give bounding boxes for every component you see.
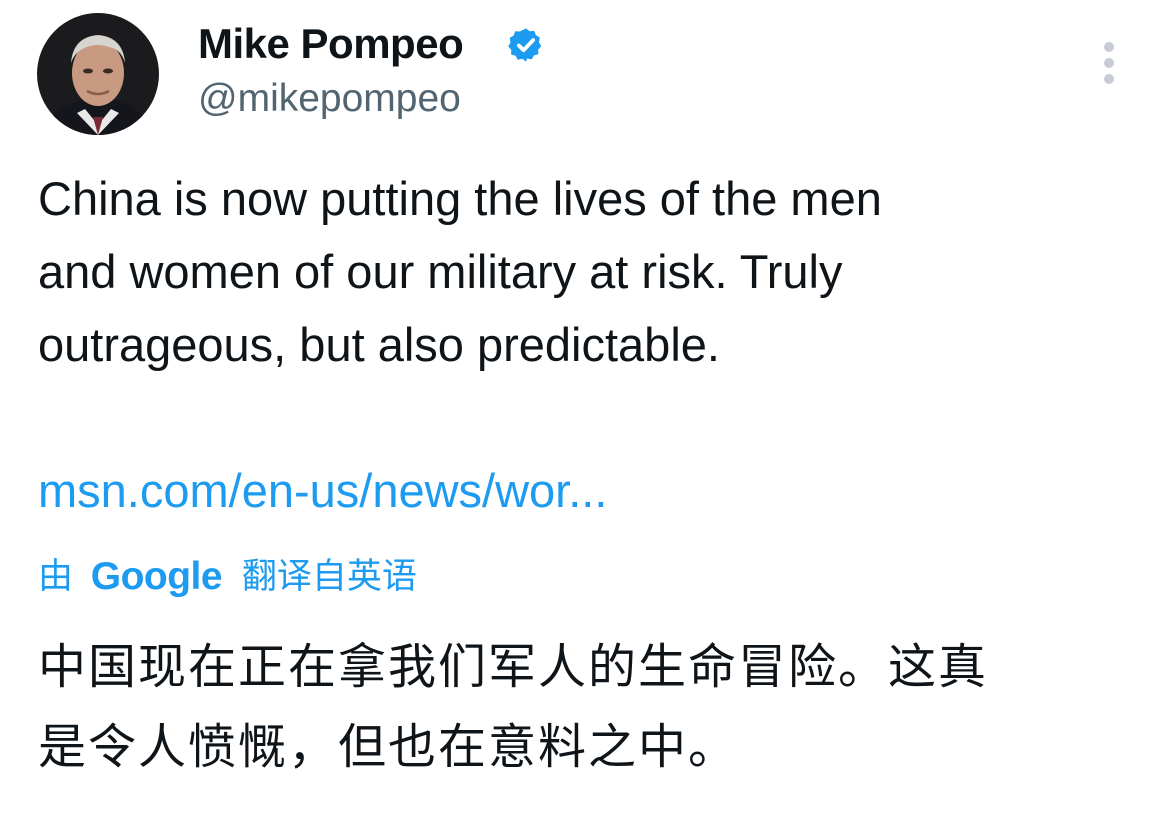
google-logo: Google [90,555,223,598]
translated-text: 中国现在正在拿我们军人的生命冒险。这真 是令人愤慨，但也在意料之中。 [38,641,989,774]
translation-prefix: 由 [38,557,74,596]
translation-attribution[interactable]: 由 Google 翻译自英语 [38,552,417,602]
tweet-card: Mike Pompeo @mikepompeo China is now put… [0,0,1170,835]
avatar-image [37,13,159,135]
user-handle[interactable]: @mikepompeo [198,76,461,122]
verified-badge-icon [508,28,542,62]
avatar[interactable] [37,13,159,135]
tweet-text: China is now putting the lives of the me… [38,172,882,371]
tweet-link[interactable]: msn.com/en-us/news/wor... [38,454,607,527]
more-options-icon[interactable] [1092,38,1126,88]
display-name[interactable]: Mike Pompeo [198,20,464,68]
translation-suffix: 翻译自英语 [241,557,417,596]
